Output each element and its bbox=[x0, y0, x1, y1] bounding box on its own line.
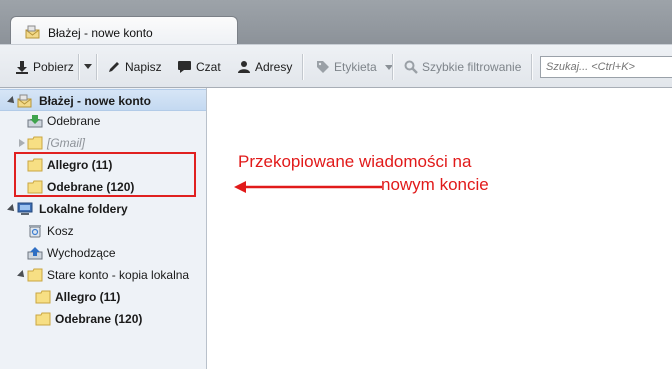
account-icon bbox=[25, 25, 41, 39]
address-book-label: Adresy bbox=[255, 60, 293, 74]
folder-label: Odebrane (120) bbox=[55, 312, 143, 326]
folder-label: Kosz bbox=[47, 224, 74, 238]
folder-old-account[interactable]: Stare konto - kopia lokalna bbox=[0, 264, 206, 286]
expand-icon[interactable] bbox=[7, 204, 17, 214]
toolbar-separator bbox=[302, 54, 304, 80]
local-folders-icon bbox=[17, 202, 33, 216]
write-button[interactable]: Napisz bbox=[107, 57, 162, 77]
folder-label: Wychodzące bbox=[47, 246, 116, 260]
chevron-down-icon[interactable] bbox=[84, 64, 92, 69]
toolbar-separator bbox=[96, 54, 98, 80]
folder-account[interactable]: Błażej - nowe konto bbox=[0, 89, 206, 111]
expand-icon[interactable] bbox=[19, 139, 25, 147]
folder-icon bbox=[35, 290, 51, 304]
outbox-icon bbox=[27, 246, 43, 260]
folder-label: [Gmail] bbox=[47, 136, 86, 150]
folder-pane: Błażej - nowe konto Odebrane [Gmail] All… bbox=[0, 88, 207, 369]
annotation-text: Przekopiowane wiadomości na bbox=[238, 152, 472, 171]
folder-icon bbox=[27, 268, 43, 282]
chat-label: Czat bbox=[196, 60, 221, 74]
account-icon bbox=[17, 94, 33, 108]
folder-label: Lokalne foldery bbox=[39, 202, 128, 216]
folder-label: Odebrane bbox=[47, 114, 101, 128]
get-messages-label: Pobierz bbox=[33, 60, 74, 74]
tab-strip: Błażej - nowe konto bbox=[0, 0, 672, 46]
folder-old-allegro[interactable]: Allegro (11) bbox=[0, 286, 206, 308]
tab-title: Błażej - nowe konto bbox=[48, 26, 153, 40]
tag-label: Etykieta bbox=[334, 60, 377, 74]
folder-icon bbox=[27, 136, 43, 150]
address-book-button[interactable]: Adresy bbox=[237, 57, 292, 77]
magnifier-icon bbox=[404, 60, 418, 74]
person-icon bbox=[237, 60, 251, 74]
folder-outbox[interactable]: Wychodzące bbox=[0, 242, 206, 264]
arrow-left-icon bbox=[234, 181, 382, 193]
folder-label: Allegro (11) bbox=[55, 290, 121, 304]
toolbar-separator bbox=[78, 54, 80, 80]
folder-label: Stare konto - kopia lokalna bbox=[47, 268, 190, 282]
get-messages-button[interactable]: Pobierz bbox=[15, 57, 74, 77]
highlight-box bbox=[14, 152, 196, 197]
chat-icon bbox=[177, 60, 192, 74]
tag-icon bbox=[316, 60, 330, 74]
expand-icon[interactable] bbox=[7, 96, 17, 106]
pencil-icon bbox=[107, 60, 121, 74]
toolbar-separator bbox=[392, 54, 394, 80]
folder-local[interactable]: Lokalne foldery bbox=[0, 198, 206, 220]
download-icon bbox=[15, 60, 29, 74]
tag-button[interactable]: Etykieta bbox=[316, 57, 393, 77]
annotation-text: nowym koncie bbox=[381, 175, 489, 194]
inbox-icon bbox=[27, 114, 43, 128]
chat-button[interactable]: Czat bbox=[177, 57, 221, 77]
folder-label: Błażej - nowe konto bbox=[39, 94, 152, 108]
search-input[interactable] bbox=[540, 56, 672, 78]
tab-account[interactable]: Błażej - nowe konto bbox=[10, 16, 238, 46]
expand-icon[interactable] bbox=[17, 270, 27, 280]
folder-inbox[interactable]: Odebrane bbox=[0, 110, 206, 132]
quick-filter-label: Szybkie filtrowanie bbox=[422, 60, 522, 74]
write-label: Napisz bbox=[125, 60, 162, 74]
folder-gmail[interactable]: [Gmail] bbox=[0, 132, 206, 154]
folder-old-odebrane[interactable]: Odebrane (120) bbox=[0, 308, 206, 330]
main-toolbar: Pobierz Napisz Czat Adresy Etykieta Szyb… bbox=[0, 44, 672, 88]
folder-icon bbox=[35, 312, 51, 326]
quick-filter-button[interactable]: Szybkie filtrowanie bbox=[404, 57, 521, 77]
folder-trash[interactable]: Kosz bbox=[0, 220, 206, 242]
trash-icon bbox=[27, 224, 43, 238]
toolbar-separator bbox=[531, 54, 533, 80]
